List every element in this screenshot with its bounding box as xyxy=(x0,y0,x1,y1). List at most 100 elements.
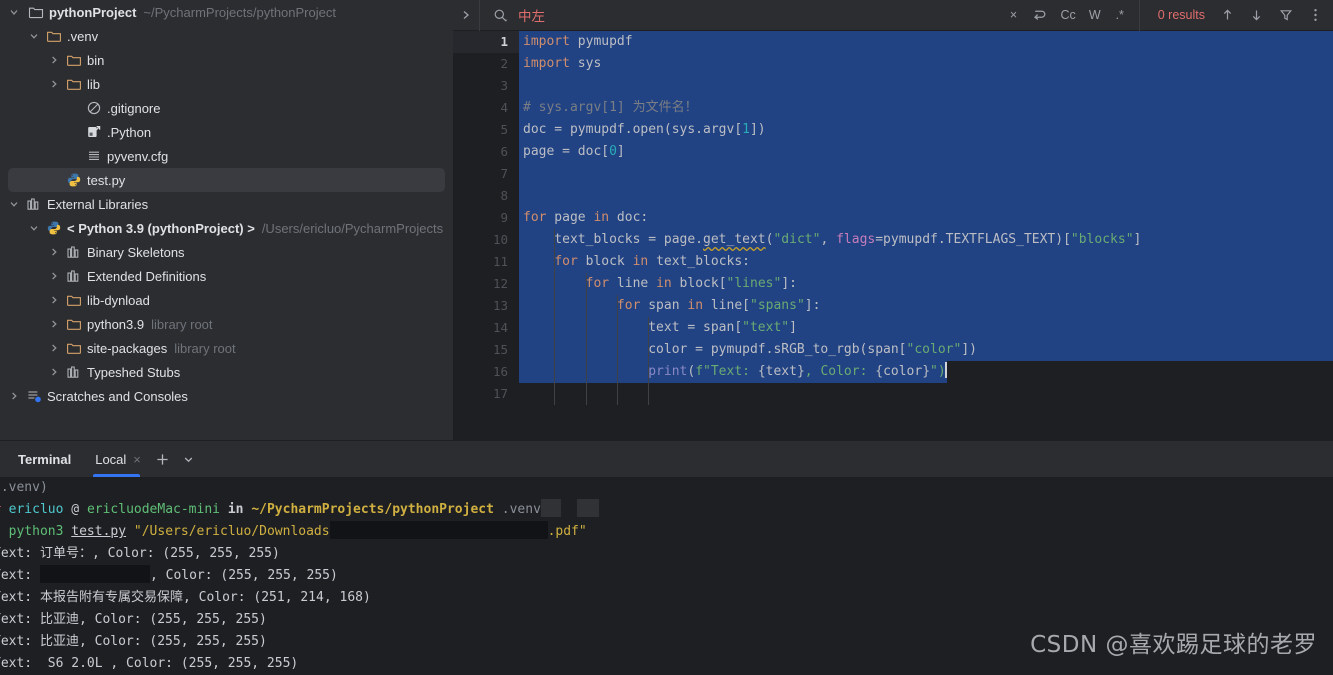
chevron-right-icon[interactable] xyxy=(8,390,20,402)
code-content[interactable]: import pymupdf import sys # sys.argv[1] 为文… xyxy=(519,31,1333,440)
tree-item-pyvenv-cfg[interactable]: pyvenv.cfg xyxy=(0,144,453,168)
code-line[interactable]: print(f"Text: {text}, Color: {color}") xyxy=(519,361,1333,383)
project-root-row[interactable]: pythonProject ~/PycharmProjects/pythonPr… xyxy=(0,0,453,24)
code-line[interactable]: # sys.argv[1] 为文件名！ xyxy=(519,97,1333,119)
new-terminal-button[interactable] xyxy=(150,441,176,477)
folder-icon xyxy=(28,4,44,20)
more-options-icon[interactable] xyxy=(1309,7,1321,23)
chevron-right-icon[interactable] xyxy=(48,246,60,258)
line-number[interactable]: 11 xyxy=(453,251,519,273)
code-line[interactable] xyxy=(519,163,1333,185)
tree-item-lib[interactable]: lib xyxy=(0,72,453,96)
tree-item-python[interactable]: .Python xyxy=(0,120,453,144)
line-number-gutter[interactable]: 1 2 3 4 5 6 7 8 9 10 11 12 13 14 15 16 17 xyxy=(453,31,519,440)
filter-icon[interactable] xyxy=(1279,8,1293,22)
line-number[interactable]: 7 xyxy=(453,163,519,185)
chevron-right-icon[interactable] xyxy=(48,270,60,282)
search-input[interactable]: 中左 xyxy=(518,5,545,25)
wrap-around-icon[interactable] xyxy=(1032,8,1047,22)
tree-item-gitignore[interactable]: .gitignore xyxy=(0,96,453,120)
find-next-icon[interactable] xyxy=(1250,8,1263,22)
line-number[interactable]: 2 xyxy=(453,53,519,75)
find-options[interactable]: × Cc W .* xyxy=(1007,8,1138,22)
code-line[interactable] xyxy=(519,185,1333,207)
line-number[interactable]: 4 xyxy=(453,97,519,119)
chevron-right-icon[interactable] xyxy=(48,54,60,66)
code-line[interactable] xyxy=(519,75,1333,97)
code-line[interactable]: text = span["text"] xyxy=(519,317,1333,339)
terminal-tab-bar[interactable]: Terminal Local × xyxy=(0,441,1333,477)
tree-item-typeshed-stubs[interactable]: Typeshed Stubs xyxy=(0,360,453,384)
code-line[interactable]: doc = pymupdf.open(sys.argv[1]) xyxy=(519,119,1333,141)
line-number[interactable]: 6 xyxy=(453,141,519,163)
tree-item-extended-definitions[interactable]: Extended Definitions xyxy=(0,264,453,288)
terminal-line: Text: S6 2.0L , Color: (255, 255, 255) xyxy=(0,653,1333,675)
line-number[interactable]: 15 xyxy=(453,339,519,361)
chevron-down-icon[interactable] xyxy=(8,198,20,210)
find-input-area[interactable]: 中左 × Cc W .* xyxy=(480,0,1139,31)
line-number[interactable]: 13 xyxy=(453,295,519,317)
regex-toggle[interactable]: .* xyxy=(1114,9,1126,22)
line-number[interactable]: 5 xyxy=(453,119,519,141)
line-number[interactable]: 8 xyxy=(453,185,519,207)
code-line[interactable]: text_blocks = page.get_text("dict", flag… xyxy=(519,229,1333,251)
line-number[interactable]: 9 xyxy=(453,207,519,229)
chevron-right-icon[interactable] xyxy=(48,318,60,330)
code-editor[interactable]: 1 2 3 4 5 6 7 8 9 10 11 12 13 14 15 16 17 import pymupdf… xyxy=(453,31,1333,440)
line-number[interactable]: 3 xyxy=(453,75,519,97)
code-line[interactable]: import sys xyxy=(519,53,1333,75)
chevron-right-icon[interactable] xyxy=(48,78,60,90)
code-line[interactable]: page = doc[0] xyxy=(519,141,1333,163)
line-number[interactable]: 10 xyxy=(453,229,519,251)
line-number[interactable]: 14 xyxy=(453,317,519,339)
expand-find-options-icon[interactable] xyxy=(453,0,479,31)
code-line[interactable]: for line in block["lines"]: xyxy=(519,273,1333,295)
code-line-text: # sys.argv[1] 为文件名！ xyxy=(519,97,698,119)
find-previous-icon[interactable] xyxy=(1221,8,1234,22)
tree-item-venv[interactable]: .venv xyxy=(0,24,453,48)
code-line[interactable]: color = pymupdf.sRGB_to_rgb(span["color"… xyxy=(519,339,1333,361)
project-tree-panel[interactable]: pythonProject ~/PycharmProjects/pythonPr… xyxy=(0,0,453,440)
whole-words-toggle[interactable]: W xyxy=(1089,9,1101,22)
terminal-text: test.py xyxy=(71,524,127,539)
chevron-down-icon[interactable] xyxy=(176,441,202,477)
tree-item-external-libraries[interactable]: External Libraries xyxy=(0,192,453,216)
terminal-tab-local[interactable]: Local × xyxy=(83,441,150,477)
tree-item-python3-9[interactable]: python3.9 library root xyxy=(0,312,453,336)
tree-item-test-py[interactable]: test.py xyxy=(8,168,445,192)
chevron-right-icon[interactable] xyxy=(48,294,60,306)
code-line[interactable]: for span in line["spans"]: xyxy=(519,295,1333,317)
redacted-block xyxy=(540,499,561,517)
terminal-output[interactable]: (.venv) # ericluo @ ericluodeMac-mini in… xyxy=(0,477,1333,675)
tree-item-scratches-and-consoles[interactable]: Scratches and Consoles xyxy=(0,384,453,408)
chevron-down-icon[interactable] xyxy=(28,30,40,42)
code-token: ]) xyxy=(961,342,977,357)
line-number[interactable]: 17 xyxy=(453,383,519,405)
tree-item-site-packages[interactable]: site-packages library root xyxy=(0,336,453,360)
code-token: color = pymupdf.sRGB_to_rgb(span[ xyxy=(523,342,907,357)
folder-icon xyxy=(66,52,82,68)
code-line[interactable]: for block in text_blocks: xyxy=(519,251,1333,273)
line-number[interactable]: 12 xyxy=(453,273,519,295)
clear-search-icon[interactable]: × xyxy=(1007,9,1019,22)
find-toolbar[interactable]: 中左 × Cc W .* 0 results xyxy=(453,0,1333,31)
search-icon[interactable] xyxy=(493,8,508,23)
terminal-text: Text: 比亚迪, Color: (255, 255, 255) xyxy=(0,612,267,627)
chevron-down-icon[interactable] xyxy=(28,222,40,234)
chevron-right-icon[interactable] xyxy=(48,366,60,378)
code-line[interactable] xyxy=(519,383,1333,405)
code-line[interactable]: for page in doc: xyxy=(519,207,1333,229)
chevron-down-icon[interactable] xyxy=(8,6,20,18)
code-token: "dict" xyxy=(773,232,821,247)
line-number[interactable]: 1 xyxy=(453,31,519,53)
tree-item-python-3-9-pythonproject[interactable]: < Python 3.9 (pythonProject) > /Users/eri… xyxy=(0,216,453,240)
chevron-right-icon[interactable] xyxy=(48,342,60,354)
close-icon[interactable]: × xyxy=(133,453,141,466)
tree-item-lib-dynload[interactable]: lib-dynload xyxy=(0,288,453,312)
code-line[interactable]: import pymupdf xyxy=(519,31,1333,53)
match-case-toggle[interactable]: Cc xyxy=(1060,9,1075,22)
tree-item-binary-skeletons[interactable]: Binary Skeletons xyxy=(0,240,453,264)
project-tree-list[interactable]: .venv bin lib .gitignore .Python pyvenv.cfg te… xyxy=(0,24,453,408)
line-number[interactable]: 16 xyxy=(453,361,519,383)
tree-item-bin[interactable]: bin xyxy=(0,48,453,72)
